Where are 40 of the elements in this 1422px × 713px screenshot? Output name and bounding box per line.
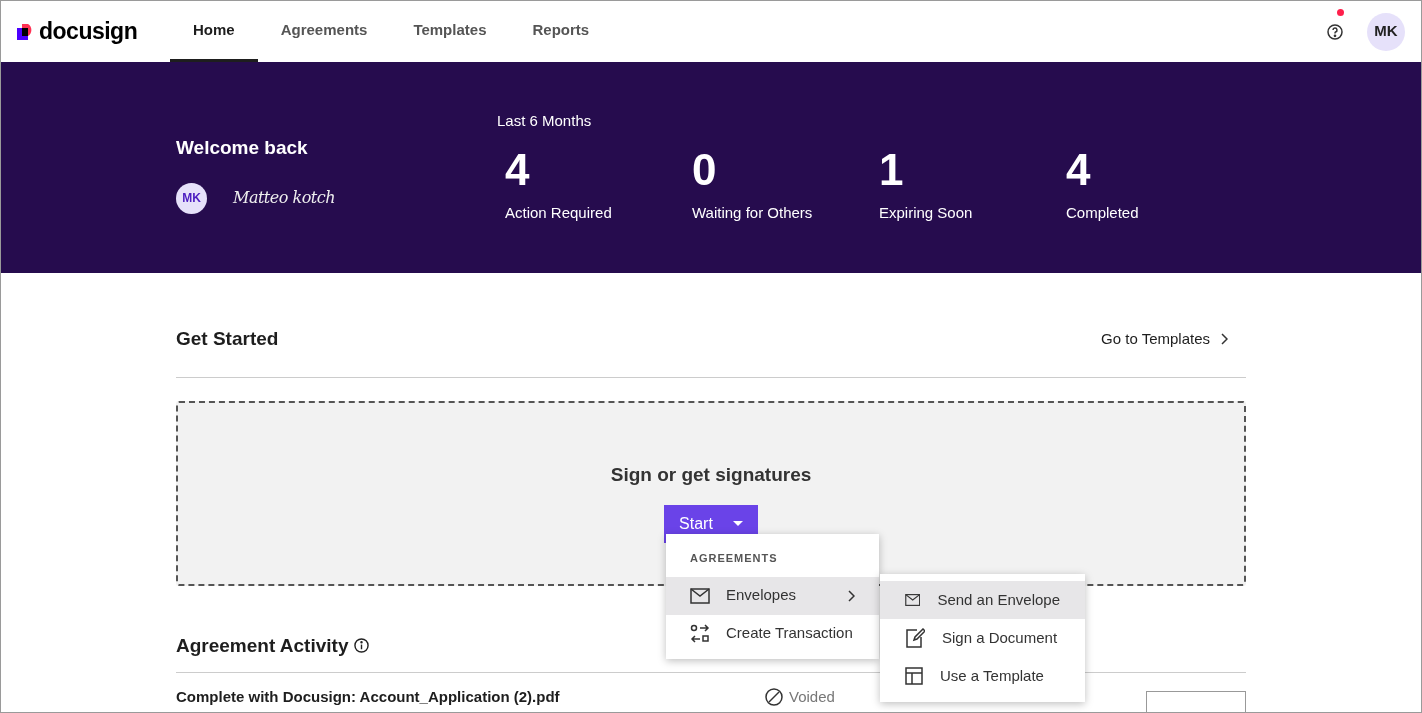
menu-item[interactable]: Sign a Document bbox=[880, 619, 1085, 657]
welcome-title: Welcome back bbox=[176, 136, 309, 160]
section-title: Agreement Activity bbox=[176, 633, 349, 658]
envelope-icon bbox=[690, 587, 710, 604]
voided-icon bbox=[765, 688, 783, 706]
chevron-right-icon bbox=[1220, 333, 1228, 346]
info-icon[interactable] bbox=[354, 638, 370, 654]
section-title: Get Started bbox=[176, 327, 279, 351]
signature: Matteo kotch bbox=[233, 187, 335, 209]
menu-item[interactable]: Send an Envelope bbox=[880, 581, 1085, 619]
action-button[interactable] bbox=[1146, 691, 1246, 712]
stat-label: Action Required bbox=[505, 202, 613, 223]
caret-icon bbox=[732, 521, 743, 527]
nav-tab[interactable]: Agreements bbox=[257, 1, 391, 62]
stat-value: 1 bbox=[879, 144, 905, 195]
agreement-name[interactable]: Complete with Docusign: Account_Application (2).pdf bbox=[176, 685, 765, 709]
user-avatar: MK bbox=[176, 182, 207, 214]
help-icon[interactable] bbox=[1327, 23, 1343, 40]
stat-value: 0 bbox=[692, 144, 718, 195]
stat-label: Expiring Soon bbox=[879, 202, 974, 223]
edit-document-icon bbox=[905, 628, 925, 648]
stat-value: 4 bbox=[1066, 144, 1092, 195]
stat-label: Waiting for Others bbox=[692, 202, 814, 223]
stat-label: Completed bbox=[1066, 202, 1140, 223]
user-avatar[interactable]: MK bbox=[1367, 12, 1405, 51]
transfer-icon bbox=[690, 623, 710, 644]
menu-item[interactable]: Envelopes bbox=[666, 576, 879, 615]
menu-section-label: AGREEMENTS bbox=[689, 551, 779, 566]
stat-value: 4 bbox=[505, 144, 531, 195]
templates-link[interactable]: Go to Templates bbox=[1101, 328, 1228, 351]
drop-zone-title: Sign or get signatures bbox=[610, 462, 812, 487]
envelope-icon bbox=[905, 592, 921, 608]
brand-name: docusign bbox=[39, 17, 138, 47]
nav-tab[interactable]: Templates bbox=[390, 1, 510, 62]
status-text: Voided bbox=[789, 686, 835, 707]
nav-tab[interactable]: Reports bbox=[509, 1, 613, 62]
menu-item[interactable]: Create Transaction bbox=[666, 614, 879, 653]
period-label: Last 6 Months bbox=[497, 111, 593, 131]
menu-item[interactable]: Use a Template bbox=[880, 657, 1085, 695]
template-icon bbox=[905, 667, 923, 685]
